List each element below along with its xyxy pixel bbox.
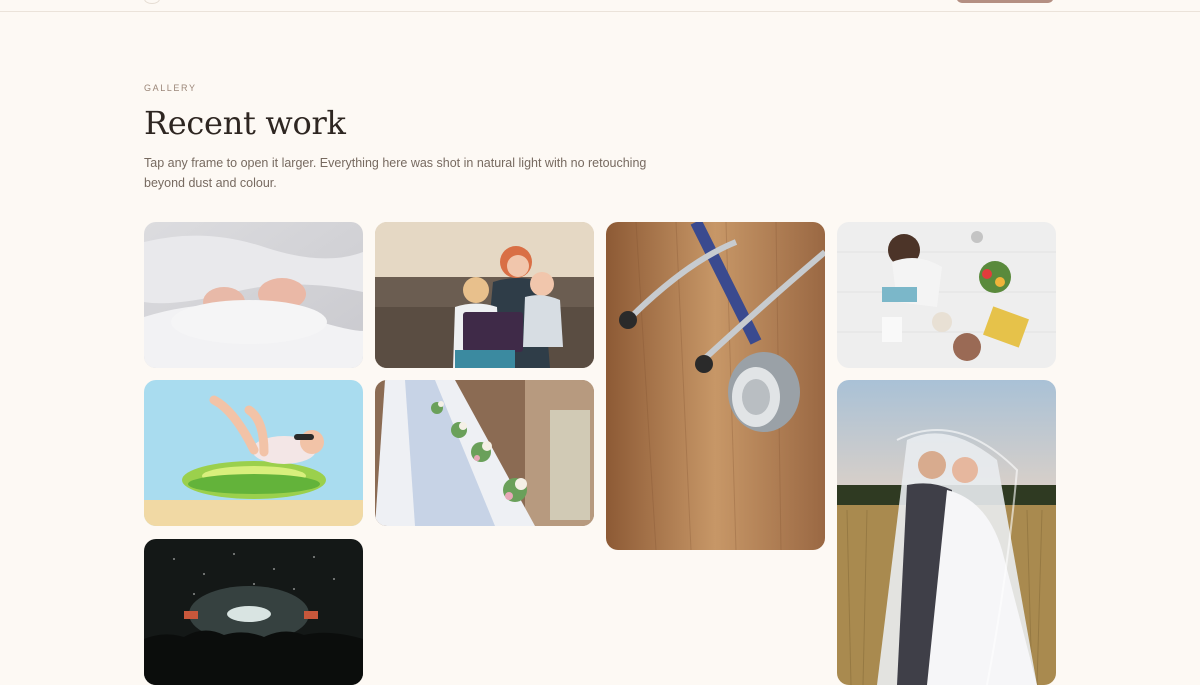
- gallery-photo-newborn-feet[interactable]: [144, 222, 363, 368]
- photo-mother-children-image: [375, 222, 594, 368]
- photo-wedding-table-image: [375, 380, 594, 526]
- logo[interactable]: [144, 0, 160, 4]
- gallery-photo-toddler-with-toys[interactable]: [837, 222, 1056, 368]
- photo-toddler-toys-image: [837, 222, 1056, 368]
- page-title: Recent work: [144, 104, 346, 142]
- photo-baby-float-image: [144, 380, 363, 526]
- photo-wedding-couple-image: [837, 380, 1056, 685]
- photo-newborn-feet-image: [144, 222, 363, 368]
- section-intro: Tap any frame to open it larger. Everyth…: [144, 156, 647, 190]
- section-eyebrow: GALLERY: [144, 83, 197, 93]
- top-nav-bar: [0, 0, 1200, 12]
- gallery-photo-concert-crowd[interactable]: [144, 539, 363, 685]
- gallery-photo-wedding-table[interactable]: [375, 380, 594, 526]
- photo-concert-crowd-image: [144, 539, 363, 685]
- nav-cta-button[interactable]: [956, 0, 1054, 3]
- gallery-photo-baby-in-pool-float[interactable]: [144, 380, 363, 526]
- photo-stethoscope-image: [606, 222, 825, 550]
- gallery-photo-mother-with-children[interactable]: [375, 222, 594, 368]
- gallery-photo-wedding-couple-veil[interactable]: [837, 380, 1056, 685]
- gallery-photo-stethoscope[interactable]: [606, 222, 825, 550]
